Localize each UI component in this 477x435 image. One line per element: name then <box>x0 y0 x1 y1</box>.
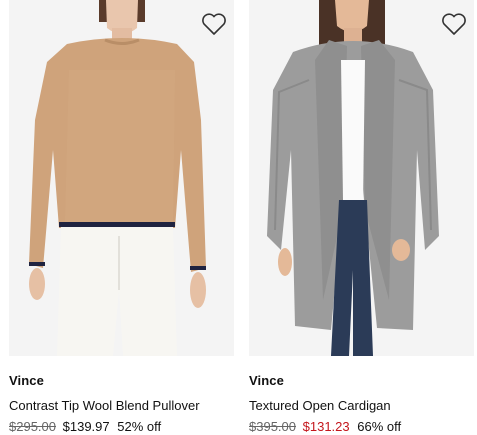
product-card[interactable]: Vince Contrast Tip Wool Blend Pullover $… <box>9 0 234 434</box>
product-price: $395.00 $131.23 66% off <box>249 419 474 434</box>
original-price: $295.00 <box>9 419 56 434</box>
favorite-heart-icon[interactable] <box>441 12 467 36</box>
sale-price: $139.97 <box>62 419 110 434</box>
product-image[interactable] <box>9 0 234 356</box>
product-brand[interactable]: Vince <box>249 373 474 388</box>
product-card[interactable]: Vince Textured Open Cardigan $395.00 $13… <box>249 0 474 434</box>
product-grid: Vince Contrast Tip Wool Blend Pullover $… <box>0 0 477 435</box>
cardigan-photo <box>249 0 474 356</box>
sale-price: $131.23 <box>302 419 350 434</box>
discount-label: 52% off <box>117 419 162 434</box>
product-image[interactable] <box>249 0 474 356</box>
product-name[interactable]: Contrast Tip Wool Blend Pullover <box>9 398 234 413</box>
favorite-heart-icon[interactable] <box>201 12 227 36</box>
product-price: $295.00 $139.97 52% off <box>9 419 234 434</box>
discount-label: 66% off <box>357 419 402 434</box>
product-brand[interactable]: Vince <box>9 373 234 388</box>
pullover-photo <box>9 0 234 356</box>
original-price: $395.00 <box>249 419 296 434</box>
product-name[interactable]: Textured Open Cardigan <box>249 398 474 413</box>
